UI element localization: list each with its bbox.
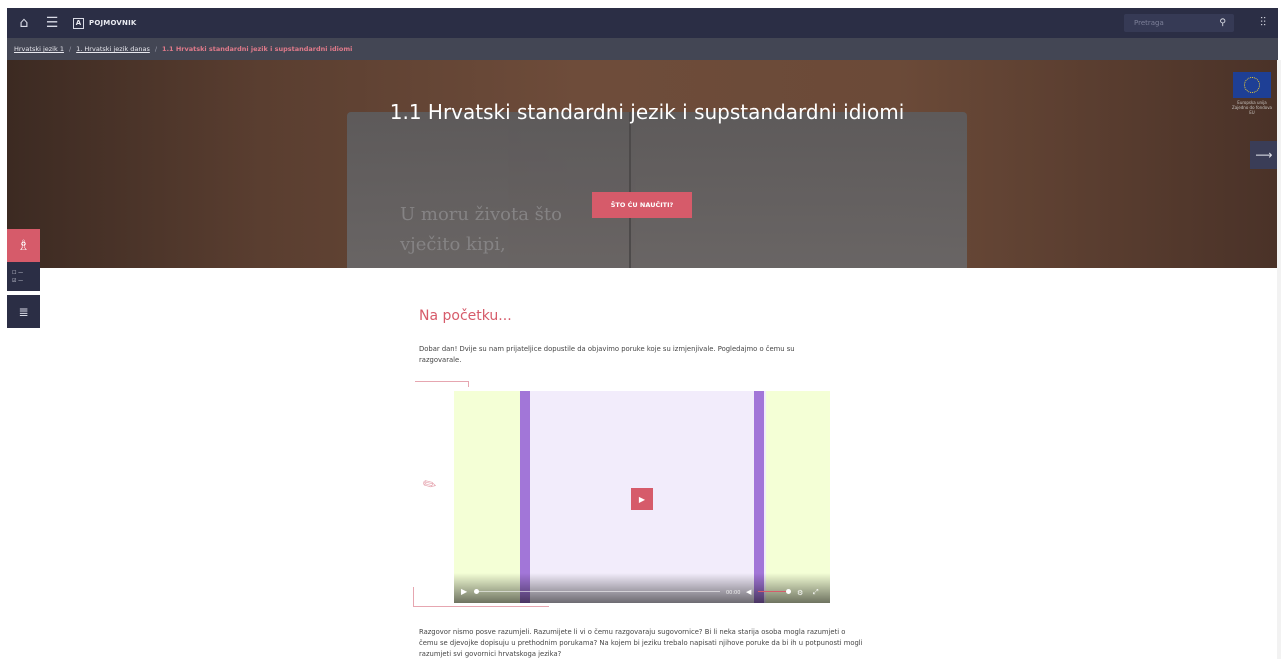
volume-knob[interactable] [786, 589, 791, 594]
next-page-arrow-icon[interactable]: ⟶ [1250, 141, 1278, 169]
home-icon[interactable]: ⌂ [13, 12, 35, 34]
progress-knob[interactable] [474, 589, 479, 594]
progress-track[interactable] [476, 590, 720, 592]
page-scrollbar[interactable] [1277, 60, 1281, 659]
video-controls: ▶ 00:00 ◀ ⚙ ⤢ [454, 573, 830, 603]
control-play-icon[interactable]: ▶ [461, 587, 467, 596]
fullscreen-icon[interactable]: ⤢ [813, 588, 819, 597]
play-button[interactable]: ▶ [631, 488, 653, 510]
search-icon[interactable]: ⚲ [1219, 18, 1226, 28]
poem-line: U moru života što [400, 204, 562, 225]
breadcrumb-separator: / [68, 45, 72, 53]
video-player[interactable]: ▶ ▶ 00:00 ◀ ⚙ ⤢ [454, 391, 830, 603]
book-text: U moru života što vječito kipi, [400, 200, 562, 260]
checklist-line: ☐ — [12, 270, 24, 276]
eu-caption: Europska unija Zajedno do fondova EU [1232, 100, 1273, 115]
hero-banner: U moru života što vječito kipi, 1.1 Hrva… [7, 60, 1278, 268]
breadcrumb-separator: / [154, 45, 158, 53]
video-block: ✎ ▶ ▶ 00:00 ◀ ⚙ ⤢ [413, 379, 843, 611]
settings-sliders-icon[interactable]: ⫶⫶ [1260, 15, 1266, 30]
checklist-line: ☑ — [12, 278, 24, 284]
volume-slider[interactable] [758, 590, 788, 592]
settings-gear-icon[interactable]: ⚙ [797, 589, 803, 597]
top-navigation-bar: ⌂ ☰ A POJMOVNIK Pretraga ⚲ ⫶⫶ [7, 8, 1278, 38]
hamburger-menu-icon[interactable]: ☰ [41, 12, 63, 34]
time-display: 00:00 [726, 590, 741, 596]
book-fold [629, 112, 631, 268]
video-frame-bar [754, 391, 764, 603]
checklist-button[interactable]: ☐ — ☑ — [7, 262, 40, 291]
breadcrumb-link-module[interactable]: 1. Hrvatski jezik danas [76, 45, 150, 53]
intro-paragraph: Dobar dan! Dvije su nam prijateljice dop… [419, 345, 795, 364]
search-input[interactable]: Pretraga [1134, 19, 1219, 27]
student-icon[interactable]: ♗ [7, 229, 40, 262]
section-heading: Na početku... [419, 308, 512, 324]
eu-logo: Europska unija Zajedno do fondova EU [1232, 72, 1272, 115]
breadcrumb: Hrvatski jezik 1 / 1. Hrvatski jezik dan… [7, 38, 1278, 60]
search-box[interactable]: Pretraga ⚲ [1124, 14, 1234, 32]
eu-flag-icon [1233, 72, 1271, 98]
side-toolbar: ♗ ☐ — ☑ — ≣ [7, 229, 40, 328]
poem-line: vječito kipi, [400, 234, 506, 255]
glossary-badge: A [73, 17, 84, 29]
learning-goals-button[interactable]: ŠTO ĆU NAUČITI? [592, 192, 692, 218]
decorative-line [415, 381, 469, 387]
breadcrumb-link-course[interactable]: Hrvatski jezik 1 [14, 45, 64, 53]
follow-up-text-block: Razgovor nismo posve razumjeli. Razumije… [419, 627, 864, 659]
video-frame-bar [520, 391, 530, 603]
follow-up-paragraph: Razgovor nismo posve razumjeli. Razumije… [419, 628, 863, 658]
glossary-button[interactable]: A POJMOVNIK [73, 17, 137, 29]
page-title: 1.1 Hrvatski standardni jezik i supstand… [389, 100, 905, 124]
volume-icon[interactable]: ◀ [746, 588, 751, 596]
glossary-label: POJMOVNIK [89, 19, 137, 27]
notes-list-icon[interactable]: ≣ [7, 295, 40, 328]
main-content: Na početku... Dobar dan! Dvije su nam pr… [419, 268, 859, 366]
breadcrumb-current: 1.1 Hrvatski standardni jezik i supstand… [162, 45, 353, 53]
pen-icon: ✎ [419, 472, 441, 497]
